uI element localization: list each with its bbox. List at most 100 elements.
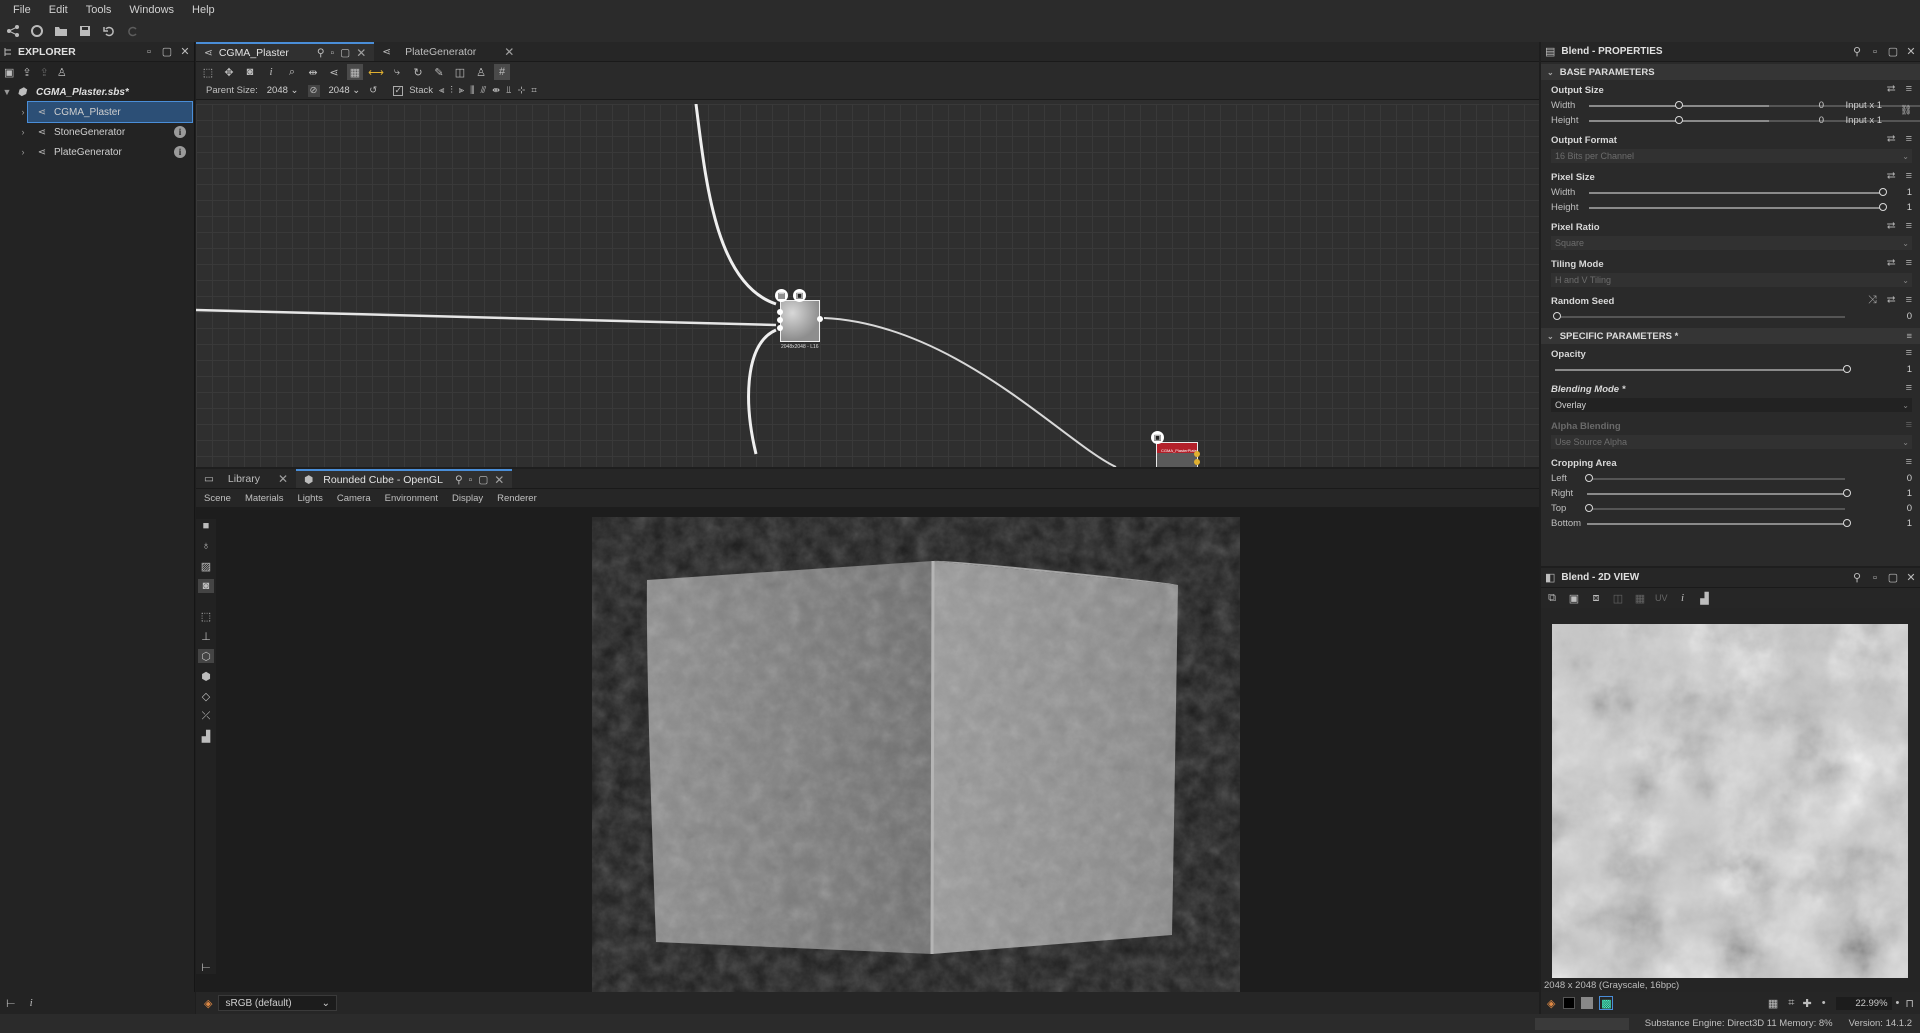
menu-icon[interactable]: ≡ (1906, 257, 1912, 270)
menu-icon[interactable]: ≡ (1906, 170, 1912, 183)
curve-icon[interactable]: ⤷ (389, 64, 405, 80)
float-icon[interactable]: ▫ (1866, 572, 1884, 584)
random-seed-slider[interactable]: 0 (1551, 309, 1912, 324)
zoom-field[interactable]: 22.99% (1835, 996, 1892, 1010)
output-node[interactable]: CGMA_PlasterPlate ▣ (1151, 431, 1200, 467)
menu-icon[interactable]: ≡ (1906, 456, 1912, 468)
tab-plate-generator[interactable]: ⋖ PlateGenerator ✕ (374, 42, 522, 61)
inherit-icon[interactable]: ⮂ (1887, 257, 1896, 270)
close-tab-icon[interactable]: ✕ (278, 472, 288, 486)
menu-file[interactable]: File (4, 4, 40, 16)
frame-icon[interactable]: ⬚ (200, 64, 216, 80)
crop-bottom-slider[interactable]: Bottom 1 (1551, 516, 1912, 531)
close-tab-icon[interactable]: ✕ (504, 45, 514, 59)
maximize-icon[interactable]: ▢ (340, 47, 350, 59)
move-icon[interactable]: ✥ (221, 64, 237, 80)
uv-label[interactable]: UV (1655, 593, 1668, 603)
crop-icon[interactable]: ⌗ (1788, 997, 1794, 1010)
close-tab-icon[interactable]: ✕ (494, 473, 504, 487)
slider-knob[interactable] (1585, 474, 1593, 482)
slider-knob[interactable] (1675, 101, 1683, 109)
tile-icon[interactable]: ▦ (1633, 591, 1647, 605)
output-height-slider[interactable]: Height 0 Input x 1 ⛓ (1551, 105, 1920, 128)
redo-icon[interactable] (124, 22, 142, 40)
input-port[interactable] (777, 325, 783, 331)
output-format-select[interactable]: 16 Bits per Channel ⌄ (1551, 149, 1912, 163)
menu-icon[interactable]: ≡ (1906, 347, 1912, 359)
gizmo-icon[interactable]: ⤫ (198, 709, 214, 723)
grid-icon[interactable]: ▦ (1768, 997, 1778, 1010)
expand-arrow-icon[interactable]: › (16, 147, 30, 157)
crop-left-slider[interactable]: Left 0 (1551, 471, 1912, 486)
environment-icon[interactable]: ▨ (198, 559, 214, 573)
pin-icon[interactable]: ⚲ (455, 474, 463, 486)
maximize-icon[interactable]: ▢ (1884, 571, 1902, 584)
close-icon[interactable]: ✕ (1902, 45, 1920, 58)
pixel-ratio-select[interactable]: Square ⌄ (1551, 236, 1912, 250)
crop-top-slider[interactable]: Top 0 (1551, 501, 1912, 516)
width-value[interactable]: 0 (1819, 100, 1824, 111)
align-left-icon[interactable]: ⫷ (439, 85, 444, 96)
axis-icon[interactable]: ⊥ (198, 629, 214, 643)
slider-knob[interactable] (1843, 365, 1851, 373)
dot-icon[interactable]: • (1822, 997, 1826, 1009)
plane-icon[interactable]: ◇ (198, 689, 214, 703)
shuffle-icon[interactable]: ⤨ (1868, 294, 1877, 307)
menu-tools[interactable]: Tools (77, 4, 121, 16)
stack-checkbox-icon[interactable]: ✓ (393, 85, 404, 96)
copy-icon[interactable]: ⧉ (1545, 591, 1559, 605)
gray-bg-swatch[interactable] (1581, 997, 1594, 1009)
new-graph-icon[interactable] (4, 22, 22, 40)
blend-node[interactable]: ▤ ▣ 2048x2048 - L16 (775, 289, 823, 350)
height-mode[interactable]: Input x 1 (1846, 115, 1882, 126)
menu-camera[interactable]: Camera (337, 493, 371, 504)
crop-top-value[interactable]: 0 (1907, 503, 1912, 514)
graph-canvas[interactable]: ▤ ▣ 2048x2048 - L16 CGMA_PlasterPlate ▣ (196, 104, 1539, 467)
menu-windows[interactable]: Windows (120, 4, 183, 16)
crop-right-slider[interactable]: Right 1 (1551, 486, 1912, 501)
info-icon[interactable]: i (174, 146, 186, 158)
publish-icon[interactable]: ⇪ (40, 66, 49, 79)
tree-item-stone-generator[interactable]: › ⋖ StoneGenerator i (0, 122, 194, 142)
tiling-mode-select[interactable]: H and V Tiling ⌄ (1551, 273, 1912, 287)
collapse-arrow-icon[interactable]: ▼ (0, 87, 14, 97)
node-output-icon[interactable]: ▣ (793, 289, 806, 302)
menu-icon[interactable]: ≡ (1906, 382, 1912, 394)
menu-environment[interactable]: Environment (385, 493, 438, 504)
inherit-icon[interactable]: ⮂ (1887, 83, 1896, 96)
slider-knob[interactable] (1879, 188, 1887, 196)
specific-parameters-header[interactable]: ⌄ SPECIFIC PARAMETERS * ≡ (1541, 328, 1920, 344)
close-icon[interactable]: ✕ (176, 45, 194, 58)
tab-3d-view[interactable]: ⬢ Rounded Cube - OpenGL ⚲ ▫ ▢ ✕ (296, 469, 513, 488)
close-tab-icon[interactable]: ✕ (356, 46, 366, 60)
opacity-slider[interactable]: 1 (1551, 362, 1912, 377)
menu-display[interactable]: Display (452, 493, 483, 504)
camera-icon[interactable]: ◙ (242, 64, 258, 80)
save-icon[interactable] (76, 22, 94, 40)
output-width-slider[interactable]: Width 0 Input x 1 (1551, 98, 1920, 113)
open-folder-icon[interactable] (52, 22, 70, 40)
cube-solid-icon[interactable]: ⬢ (198, 669, 214, 683)
menu-materials[interactable]: Materials (245, 493, 284, 504)
input-port[interactable] (1194, 451, 1200, 457)
tools-icon[interactable]: ✎ (431, 64, 447, 80)
pin-icon[interactable]: ⚲ (317, 47, 325, 59)
save-package-icon[interactable]: ▣ (4, 66, 14, 79)
layout-icon[interactable]: ⋖ (326, 64, 342, 80)
refresh-icon[interactable]: ↻ (410, 64, 426, 80)
stats-icon[interactable]: ▟ (198, 729, 214, 743)
video-camera-icon[interactable]: ■ (198, 519, 214, 533)
hierarchy-icon[interactable]: ⊢ (6, 997, 16, 1010)
inherit-icon[interactable]: ⮂ (1887, 170, 1896, 183)
menu-lights[interactable]: Lights (297, 493, 322, 504)
expand-arrow-icon[interactable]: › (16, 107, 30, 117)
histogram-icon[interactable]: ▟ (1698, 591, 1712, 605)
colorspace-icon[interactable]: ◈ (1547, 997, 1555, 1010)
link-icon[interactable]: ⛓ (1900, 105, 1912, 116)
preview-icon[interactable]: ◫ (452, 64, 468, 80)
snap-icon[interactable]: ⫫ (506, 85, 511, 96)
input-port[interactable] (777, 317, 783, 323)
node-pin-icon[interactable]: ▤ (775, 289, 788, 302)
reset-icon[interactable]: ↺ (369, 85, 377, 96)
opacity-value[interactable]: 1 (1907, 364, 1912, 375)
